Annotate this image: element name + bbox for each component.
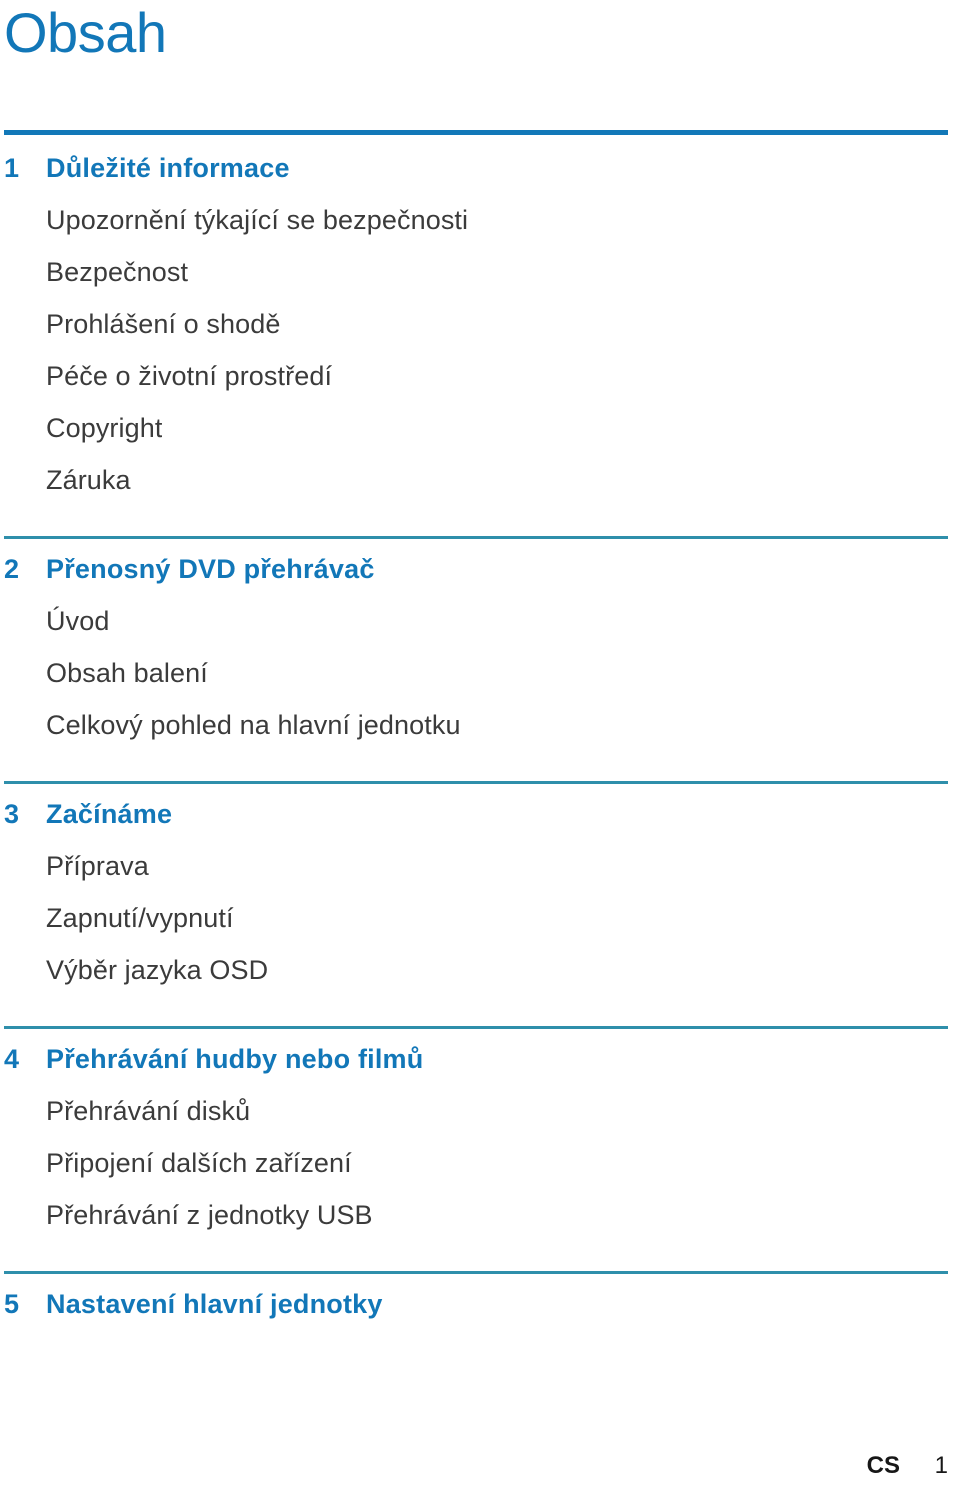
entry-title: Péče o životní prostředí [46, 361, 333, 391]
toc-entry-row[interactable]: Přehrávání disků 1 5 [0, 1095, 960, 1498]
section-divider [4, 1271, 948, 1274]
toc-entry-row[interactable]: Záruka7 [0, 464, 960, 1498]
chapter-number: 4 [4, 1044, 20, 1074]
chapter-title: Přehrávání hudby nebo filmů [46, 1044, 424, 1074]
section-divider [4, 536, 948, 539]
entry-title: Obsah balení [46, 658, 208, 688]
footer-language-code: CS [866, 1452, 900, 1479]
entry-title: Připojení dalších zařízení [46, 1148, 352, 1178]
toc-entry-row[interactable]: Připojení dalších zařízení18 [0, 1147, 960, 1498]
chapter-title: Nastavení hlavní jednotky [46, 1289, 383, 1319]
toc-chapter-row[interactable]: 1 Důležité informace 3 [0, 152, 960, 1498]
chapter-title: Začínáme [46, 799, 173, 829]
entry-title: Zapnutí/vypnutí [46, 903, 234, 933]
section-divider [4, 781, 948, 784]
toc-entry-row[interactable]: Prohlášení o shodě 4 [0, 308, 960, 1498]
chapter-number: 3 [4, 799, 20, 829]
page-title: Obsah [4, 1, 167, 64]
entry-title: Přehrávání z jednotky USB [46, 1200, 373, 1230]
entry-title: Přehrávání disků [46, 1096, 251, 1126]
entry-title: Upozornění týkající se bezpečnosti [46, 205, 469, 235]
toc-section: 5Nastavení hlavní jednotky20 [0, 1288, 960, 1498]
table-of-contents: 1Důležité informace3Upozornění týkající … [0, 152, 960, 1498]
toc-entry-row[interactable]: Příprava11 [0, 850, 960, 1498]
toc-entry-row[interactable]: Bezpečnost 3 [0, 256, 960, 1498]
entry-title: Úvod [46, 606, 110, 636]
chapter-number: 2 [4, 554, 20, 584]
entry-title: Celkový pohled na hlavní jednotku [46, 710, 461, 740]
toc-entry-row[interactable]: Zapnutí/vypnutí13 [0, 902, 960, 1498]
entry-title: Záruka [46, 465, 131, 495]
toc-entry-row[interactable]: Péče o životní prostředí 5 [0, 360, 960, 1498]
chapter-number: 1 [4, 153, 20, 183]
chapter-title: Přenosný DVD přehrávač [46, 554, 375, 584]
toc-chapter-row[interactable]: 4 Přehrávání hudby nebo filmů 1 5 [0, 1043, 960, 1498]
toc-section: 4Přehrávání hudby nebo filmů15Přehrávání… [0, 1043, 960, 1498]
toc-entry-row[interactable]: Úvod8 [0, 605, 960, 1498]
toc-section: 1Důležité informace3Upozornění týkající … [0, 152, 960, 1498]
entry-title: Výběr jazyka OSD [46, 955, 269, 985]
section-divider [4, 1026, 948, 1029]
toc-entry-row[interactable]: Upozornění týkající se bezpečnosti 3 [0, 204, 960, 1498]
footer-page-number: 1 [934, 1452, 948, 1479]
toc-section: 3Začínáme11Příprava11Zapnutí/vypnutí13Vý… [0, 798, 960, 1498]
toc-page: Obsah 1Důležité informace3Upozornění týk… [0, 0, 960, 1498]
entry-title: Copyright [46, 413, 163, 443]
entry-title: Bezpečnost [46, 257, 189, 287]
chapter-number: 5 [4, 1289, 20, 1319]
chapter-title: Důležité informace [46, 153, 290, 183]
toc-section: 2Přenosný DVD přehrávač8Úvod8Obsah balen… [0, 553, 960, 1498]
toc-entry-row[interactable]: Obsah balení8 [0, 657, 960, 1498]
toc-chapter-row[interactable]: 5Nastavení hlavní jednotky20 [0, 1288, 960, 1498]
toc-entry-row[interactable]: Výběr jazyka OSD 1 4 [0, 954, 960, 1498]
title-underline-rule [4, 130, 948, 135]
toc-chapter-row[interactable]: 3Začínáme11 [0, 798, 960, 1498]
toc-entry-row[interactable]: Celkový pohled na hlavní jednotku9 [0, 709, 960, 1498]
toc-entry-row[interactable]: Copyright6 [0, 412, 960, 1498]
entry-title: Prohlášení o shodě [46, 309, 281, 339]
entry-title: Příprava [46, 851, 149, 881]
toc-chapter-row[interactable]: 2Přenosný DVD přehrávač8 [0, 553, 960, 1498]
toc-entry-row[interactable]: Přehrávání z jednotky USB19 [0, 1199, 960, 1498]
page-footer: CS 1 [867, 1452, 948, 1480]
